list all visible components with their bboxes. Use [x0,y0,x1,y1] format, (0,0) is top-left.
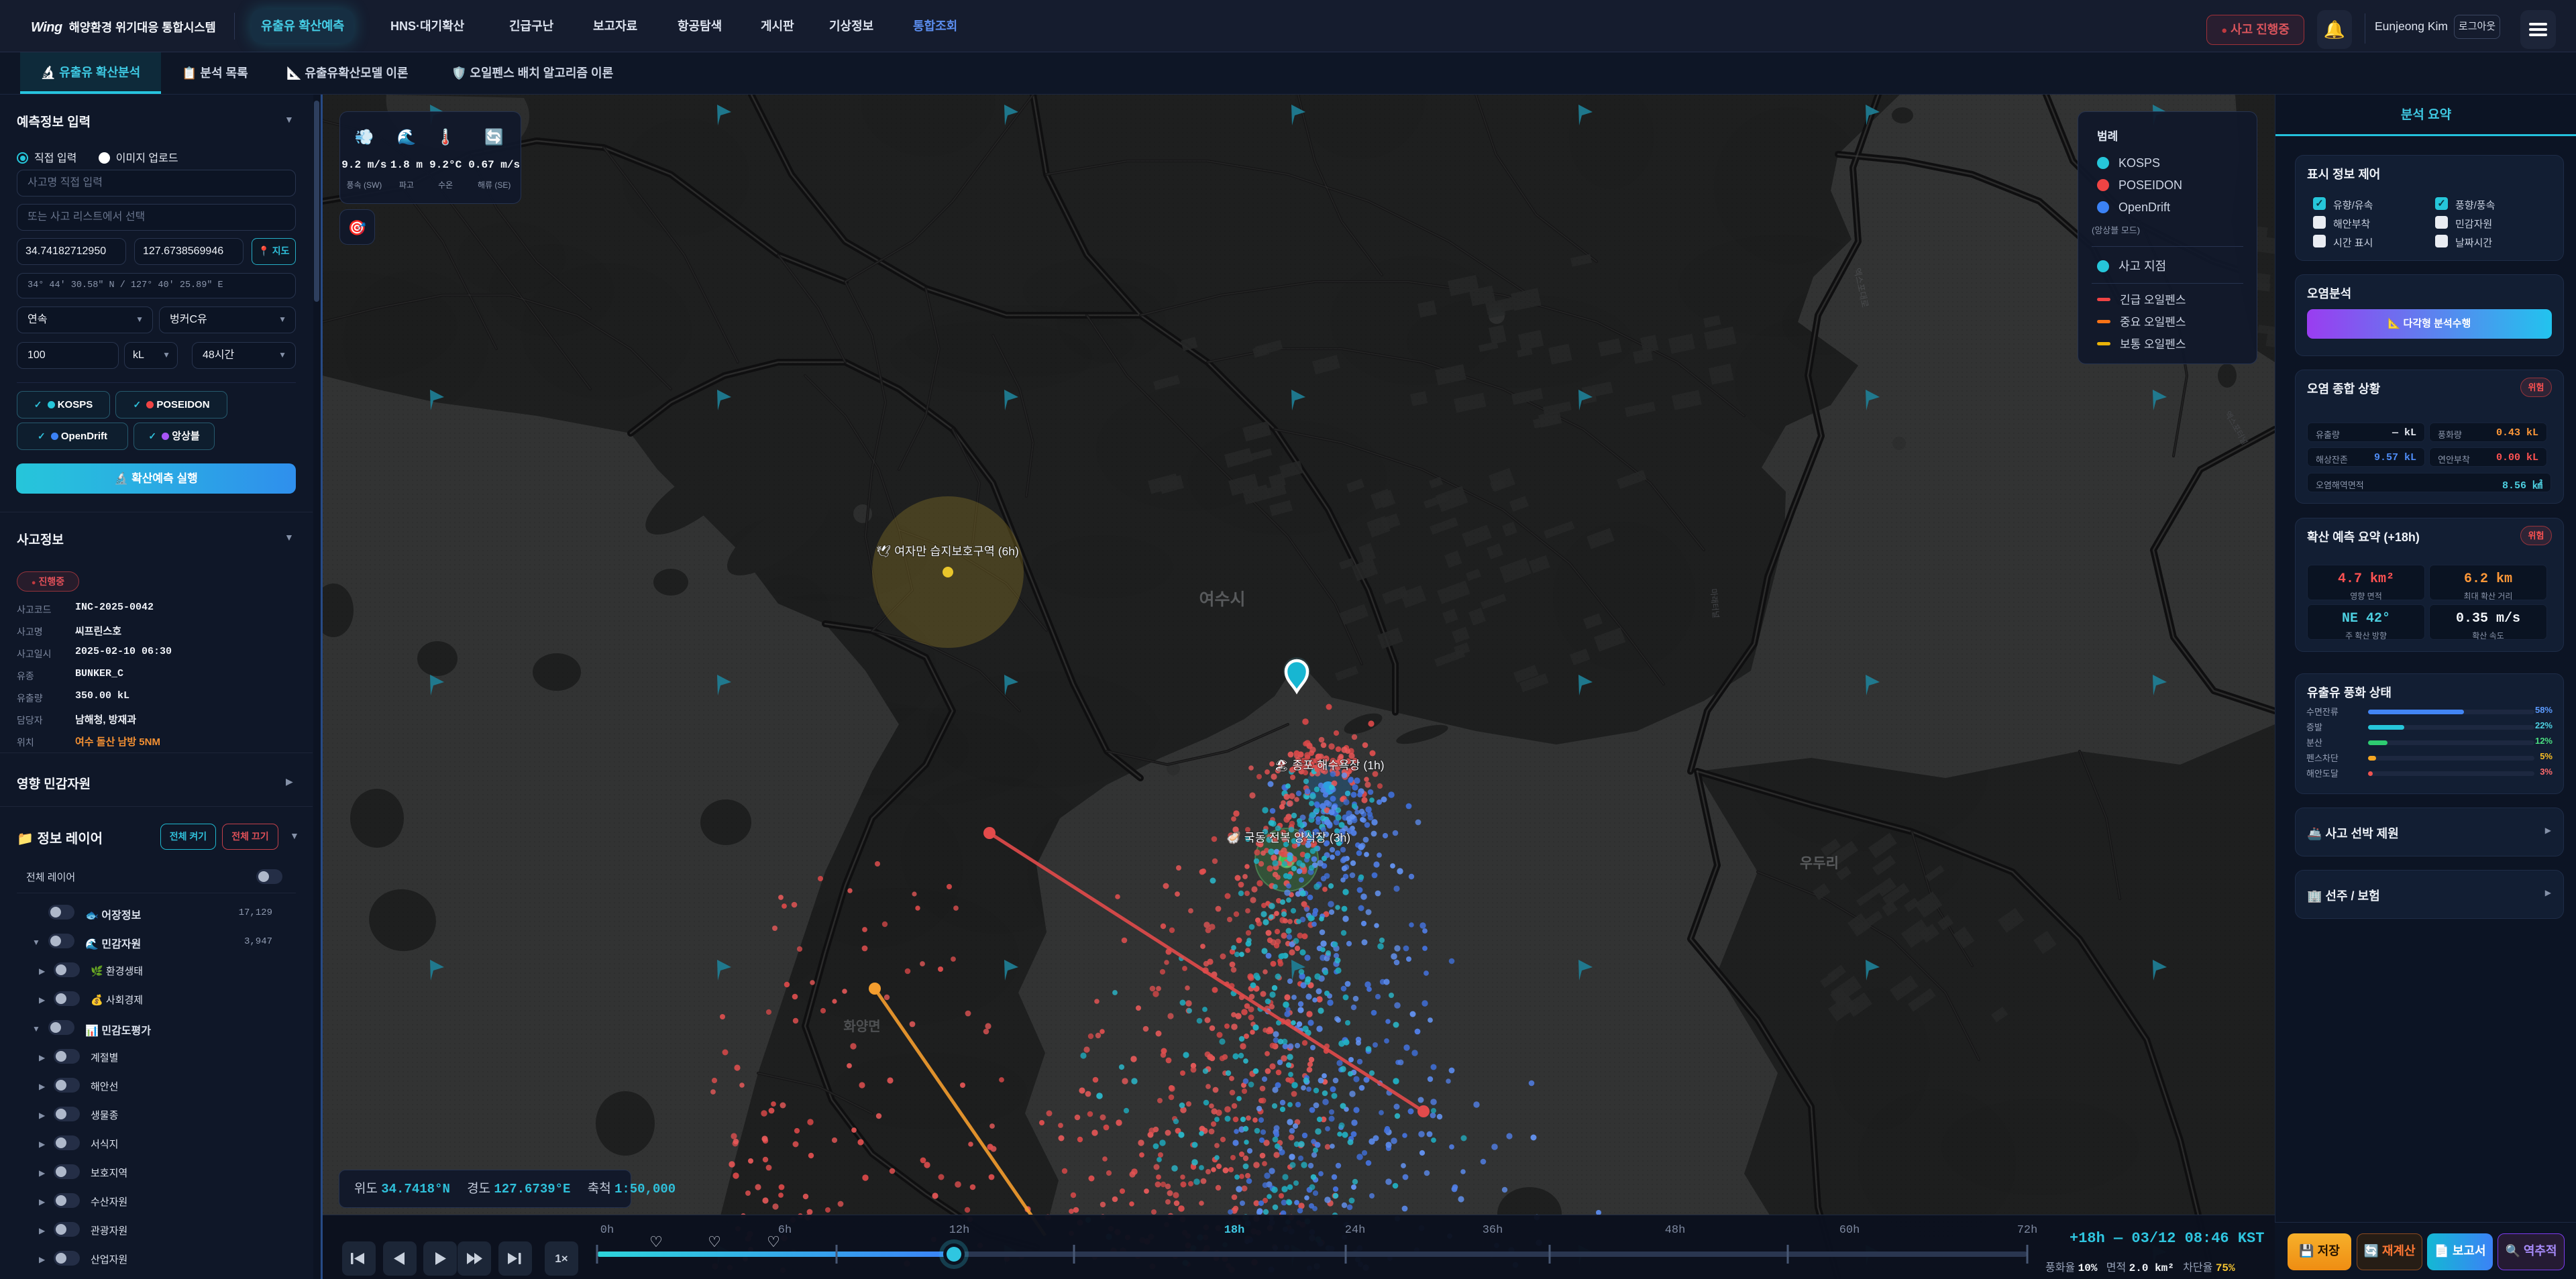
svg-text:🕊 여자만 습지보호구역 (6h): 🕊 여자만 습지보호구역 (6h) [876,545,1019,558]
svg-text:화양면: 화양면 [843,1019,880,1034]
svg-text:♡: ♡ [708,1233,721,1250]
svg-text:0h: 0h [600,1224,614,1237]
svg-text:24h: 24h [1345,1224,1366,1237]
svg-text:우두리: 우두리 [1800,856,1839,871]
svg-text:♡: ♡ [767,1233,780,1250]
svg-text:🏖 종포 해수욕장 (1h): 🏖 종포 해수욕장 (1h) [1274,759,1385,772]
svg-text:36h: 36h [1483,1224,1503,1237]
svg-text:여수시: 여수시 [1199,590,1245,609]
svg-text:48h: 48h [1665,1224,1686,1237]
svg-text:60h: 60h [1839,1224,1860,1237]
svg-text:18h: 18h [1224,1224,1245,1237]
svg-text:12h: 12h [949,1224,970,1237]
svg-text:🦪 국동 전복 양식장 (3h): 🦪 국동 전복 양식장 (3h) [1226,830,1350,844]
svg-text:72h: 72h [2017,1224,2038,1237]
svg-text:♡: ♡ [649,1233,663,1250]
